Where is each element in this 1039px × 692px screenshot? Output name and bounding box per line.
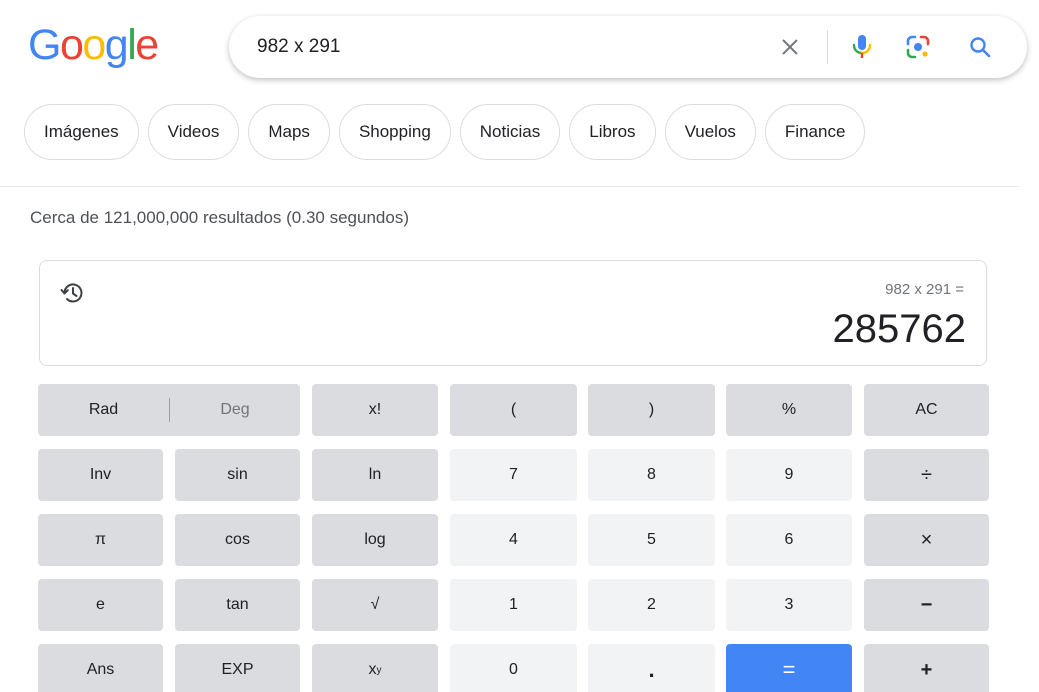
search-icon[interactable] bbox=[967, 34, 993, 60]
sin-button[interactable]: sin bbox=[175, 449, 300, 501]
factorial-button[interactable]: x! bbox=[312, 384, 438, 436]
deg-button[interactable]: Deg bbox=[170, 384, 300, 436]
decimal-button[interactable]: . bbox=[588, 644, 715, 692]
logo-letter-o2: o bbox=[82, 21, 106, 69]
tab-libros[interactable]: Libros bbox=[569, 104, 656, 160]
google-search-page: Google 982 x 291 Imágenes Videos Maps Sh… bbox=[0, 0, 1039, 692]
search-divider bbox=[827, 30, 828, 64]
calculator-result: 285762 bbox=[832, 307, 966, 351]
equals-button[interactable]: = bbox=[726, 644, 852, 692]
history-icon[interactable] bbox=[58, 279, 86, 307]
tan-button[interactable]: tan bbox=[175, 579, 300, 631]
camera-lens-icon[interactable] bbox=[905, 34, 931, 60]
result-stats: Cerca de 121,000,000 resultados (0.30 se… bbox=[30, 208, 409, 227]
three-button[interactable]: 3 bbox=[726, 579, 852, 631]
eight-button[interactable]: 8 bbox=[588, 449, 715, 501]
logo-letter-o1: o bbox=[59, 21, 84, 69]
pi-button[interactable]: π bbox=[38, 514, 163, 566]
close-icon[interactable] bbox=[777, 34, 803, 60]
tab-videos[interactable]: Videos bbox=[147, 104, 240, 160]
two-button[interactable]: 2 bbox=[588, 579, 715, 631]
cos-button[interactable]: cos bbox=[175, 514, 300, 566]
power-exponent: y bbox=[376, 664, 382, 676]
tab-imagenes[interactable]: Imágenes bbox=[24, 104, 139, 160]
logo-letter-e: e bbox=[135, 21, 159, 69]
search-input[interactable] bbox=[257, 31, 777, 63]
minus-button[interactable]: − bbox=[864, 579, 989, 631]
logo-letter-g2: g bbox=[104, 21, 129, 69]
rad-button[interactable]: Rad bbox=[38, 384, 169, 436]
e-button[interactable]: e bbox=[38, 579, 163, 631]
calculator-expression: 982 x 291 = bbox=[885, 281, 964, 298]
tab-noticias[interactable]: Noticias bbox=[459, 104, 561, 160]
one-button[interactable]: 1 bbox=[450, 579, 577, 631]
open-paren-button[interactable]: ( bbox=[450, 384, 577, 436]
search-box bbox=[229, 16, 1027, 78]
nine-button[interactable]: 9 bbox=[726, 449, 852, 501]
ln-button[interactable]: ln bbox=[312, 449, 438, 501]
six-button[interactable]: 6 bbox=[726, 514, 852, 566]
power-button[interactable]: xy bbox=[312, 644, 438, 692]
exp-button[interactable]: EXP bbox=[175, 644, 300, 692]
log-button[interactable]: log bbox=[312, 514, 438, 566]
power-base: x bbox=[368, 661, 377, 678]
four-button[interactable]: 4 bbox=[450, 514, 577, 566]
logo-letter-g1: G bbox=[28, 21, 61, 69]
tab-finance[interactable]: Finance bbox=[764, 104, 866, 160]
five-button[interactable]: 5 bbox=[588, 514, 715, 566]
rad-deg-toggle: Rad Deg bbox=[38, 384, 300, 436]
seven-button[interactable]: 7 bbox=[450, 449, 577, 501]
inv-button[interactable]: Inv bbox=[38, 449, 163, 501]
plus-button[interactable]: + bbox=[864, 644, 989, 692]
logo-letter-l: l bbox=[127, 21, 137, 69]
sqrt-button[interactable]: √ bbox=[312, 579, 438, 631]
google-logo[interactable]: Google bbox=[28, 20, 159, 70]
header-divider bbox=[0, 186, 1020, 187]
ans-button[interactable]: Ans bbox=[38, 644, 163, 692]
tab-vuelos[interactable]: Vuelos bbox=[664, 104, 756, 160]
calculator-display: 982 x 291 = 285762 bbox=[39, 260, 987, 366]
divide-button[interactable]: ÷ bbox=[864, 449, 989, 501]
zero-button[interactable]: 0 bbox=[450, 644, 577, 692]
search-tabs: Imágenes Videos Maps Shopping Noticias L… bbox=[24, 104, 866, 162]
clear-button[interactable]: AC bbox=[864, 384, 989, 436]
close-paren-button[interactable]: ) bbox=[588, 384, 715, 436]
tab-maps[interactable]: Maps bbox=[248, 104, 330, 160]
tab-shopping[interactable]: Shopping bbox=[338, 104, 451, 160]
multiply-button[interactable]: × bbox=[864, 514, 989, 566]
percent-button[interactable]: % bbox=[726, 384, 852, 436]
microphone-icon[interactable] bbox=[849, 34, 875, 60]
